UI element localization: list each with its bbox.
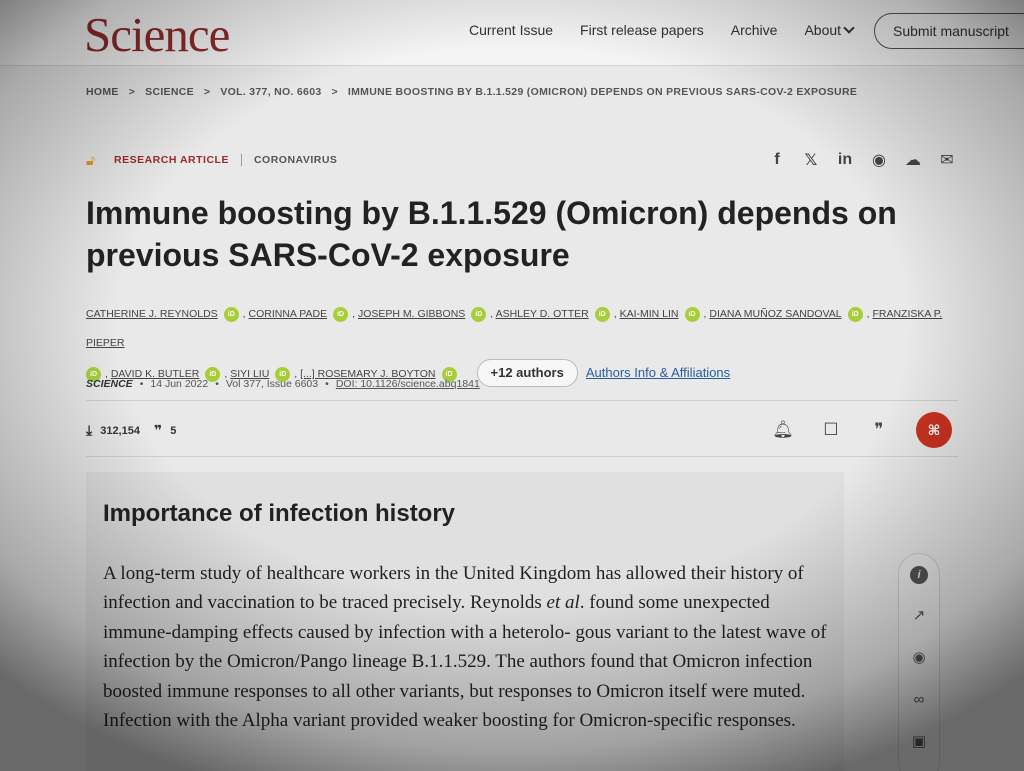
publication-info: SCIENCE • 14 Jun 2022 • Vol 377, Issue 6…: [86, 378, 480, 390]
bookmark-icon[interactable]: ☐: [820, 420, 842, 440]
author-link[interactable]: JOSEPH M. GIBBONS: [358, 308, 465, 320]
breadcrumb-volume[interactable]: VOL. 377, NO. 6603: [220, 86, 321, 98]
article-actions: 🔔︎ ☐ ❞ ⌘: [772, 412, 952, 448]
image-icon[interactable]: ▣: [912, 732, 926, 752]
summary-body: A long-term study of healthcare workers …: [103, 559, 833, 735]
facebook-icon[interactable]: f: [768, 151, 786, 169]
orcid-icon[interactable]: iD: [684, 306, 700, 322]
orcid-icon[interactable]: iD: [223, 306, 239, 322]
side-toolbar: i ↗ ◉ ∞ ▣: [898, 553, 940, 771]
divider: [86, 400, 958, 401]
download-icon: ⤓: [86, 422, 93, 438]
volume-issue[interactable]: Vol 377, Issue 6603: [226, 378, 318, 390]
article-subject[interactable]: CORONAVIRUS: [254, 154, 337, 166]
article-meta-row: 🔓︎ RESEARCH ARTICLE CORONAVIRUS f 𝕏 in ◉…: [86, 150, 956, 170]
orcid-icon[interactable]: iD: [333, 306, 349, 322]
link-icon[interactable]: ∞: [914, 690, 925, 710]
author-link[interactable]: ASHLEY D. OTTER: [496, 308, 589, 320]
eye-icon[interactable]: ◉: [912, 648, 925, 668]
breadcrumb: HOME > SCIENCE > VOL. 377, NO. 6603 > IM…: [86, 86, 857, 98]
nav-archive[interactable]: Archive: [731, 22, 778, 38]
info-icon[interactable]: i: [910, 564, 928, 584]
main-nav: Current Issue First release papers Archi…: [469, 22, 880, 38]
open-access-icon: 🔓︎: [86, 151, 96, 168]
author-link[interactable]: KAI-MIN LIN: [620, 308, 679, 320]
article-title: Immune boosting by B.1.1.529 (Omicron) d…: [86, 195, 897, 273]
doi-link[interactable]: DOI: 10.1126/science.abq1841: [336, 378, 480, 390]
author-link[interactable]: CATHERINE J. REYNOLDS: [86, 308, 218, 320]
orcid-icon[interactable]: iD: [471, 306, 487, 322]
orcid-icon[interactable]: iD: [847, 306, 863, 322]
site-header: Science Current Issue First release pape…: [0, 0, 1024, 66]
breadcrumb-science[interactable]: SCIENCE: [145, 86, 194, 98]
orcid-icon[interactable]: iD: [594, 306, 610, 322]
article-type: RESEARCH ARTICLE: [114, 154, 229, 166]
affiliations-link[interactable]: Authors Info & Affiliations: [586, 365, 730, 380]
editor-summary: Importance of infection history A long-t…: [86, 472, 844, 771]
pdf-icon[interactable]: ⌘: [916, 412, 952, 448]
author-list: CATHERINE J. REYNOLDS iD, CORINNA PADE iD,…: [86, 300, 956, 389]
pub-date: 14 Jun 2022: [150, 378, 209, 390]
divider: [86, 456, 958, 457]
nav-about-label: About: [804, 22, 842, 38]
divider: [240, 154, 242, 166]
science-logo[interactable]: Science: [84, 6, 230, 63]
author-link[interactable]: DIANA MUÑOZ SANDOVAL: [709, 308, 841, 320]
nav-about[interactable]: About: [804, 22, 855, 38]
bell-icon[interactable]: 🔔︎: [772, 420, 794, 440]
summary-text-em: et al: [546, 592, 580, 614]
citation-icon: ❞: [153, 422, 163, 438]
more-authors-button[interactable]: +12 authors: [476, 359, 578, 387]
nav-first-release[interactable]: First release papers: [580, 22, 704, 38]
download-count: 312,154: [100, 424, 140, 437]
email-icon[interactable]: ✉: [938, 150, 956, 170]
linkedin-icon[interactable]: in: [836, 151, 854, 169]
author-link[interactable]: CORINNA PADE: [249, 308, 328, 320]
trending-icon[interactable]: ↗: [913, 606, 926, 626]
summary-heading: Importance of infection history: [103, 500, 456, 527]
citation-count: 5: [170, 424, 177, 437]
twitter-icon[interactable]: 𝕏: [802, 150, 820, 170]
reddit-icon[interactable]: ◉: [870, 150, 888, 170]
breadcrumb-article: IMMUNE BOOSTING BY B.1.1.529 (OMICRON) D…: [347, 86, 858, 98]
chevron-right-icon: >: [203, 86, 211, 98]
journal-name[interactable]: SCIENCE: [86, 378, 133, 390]
article-metrics: ⤓ 312,154 ❞ 5: [86, 422, 176, 439]
wechat-icon[interactable]: ☁: [904, 150, 922, 170]
share-bar: f 𝕏 in ◉ ☁ ✉: [768, 150, 956, 170]
nav-current-issue[interactable]: Current Issue: [469, 22, 553, 38]
chevron-right-icon: >: [128, 86, 136, 98]
chevron-right-icon: >: [331, 86, 338, 98]
breadcrumb-home[interactable]: HOME: [86, 86, 119, 98]
quote-icon[interactable]: ❞: [868, 420, 890, 440]
chevron-down-icon: [843, 22, 855, 34]
submit-manuscript-button[interactable]: Submit manuscript: [874, 13, 1024, 49]
